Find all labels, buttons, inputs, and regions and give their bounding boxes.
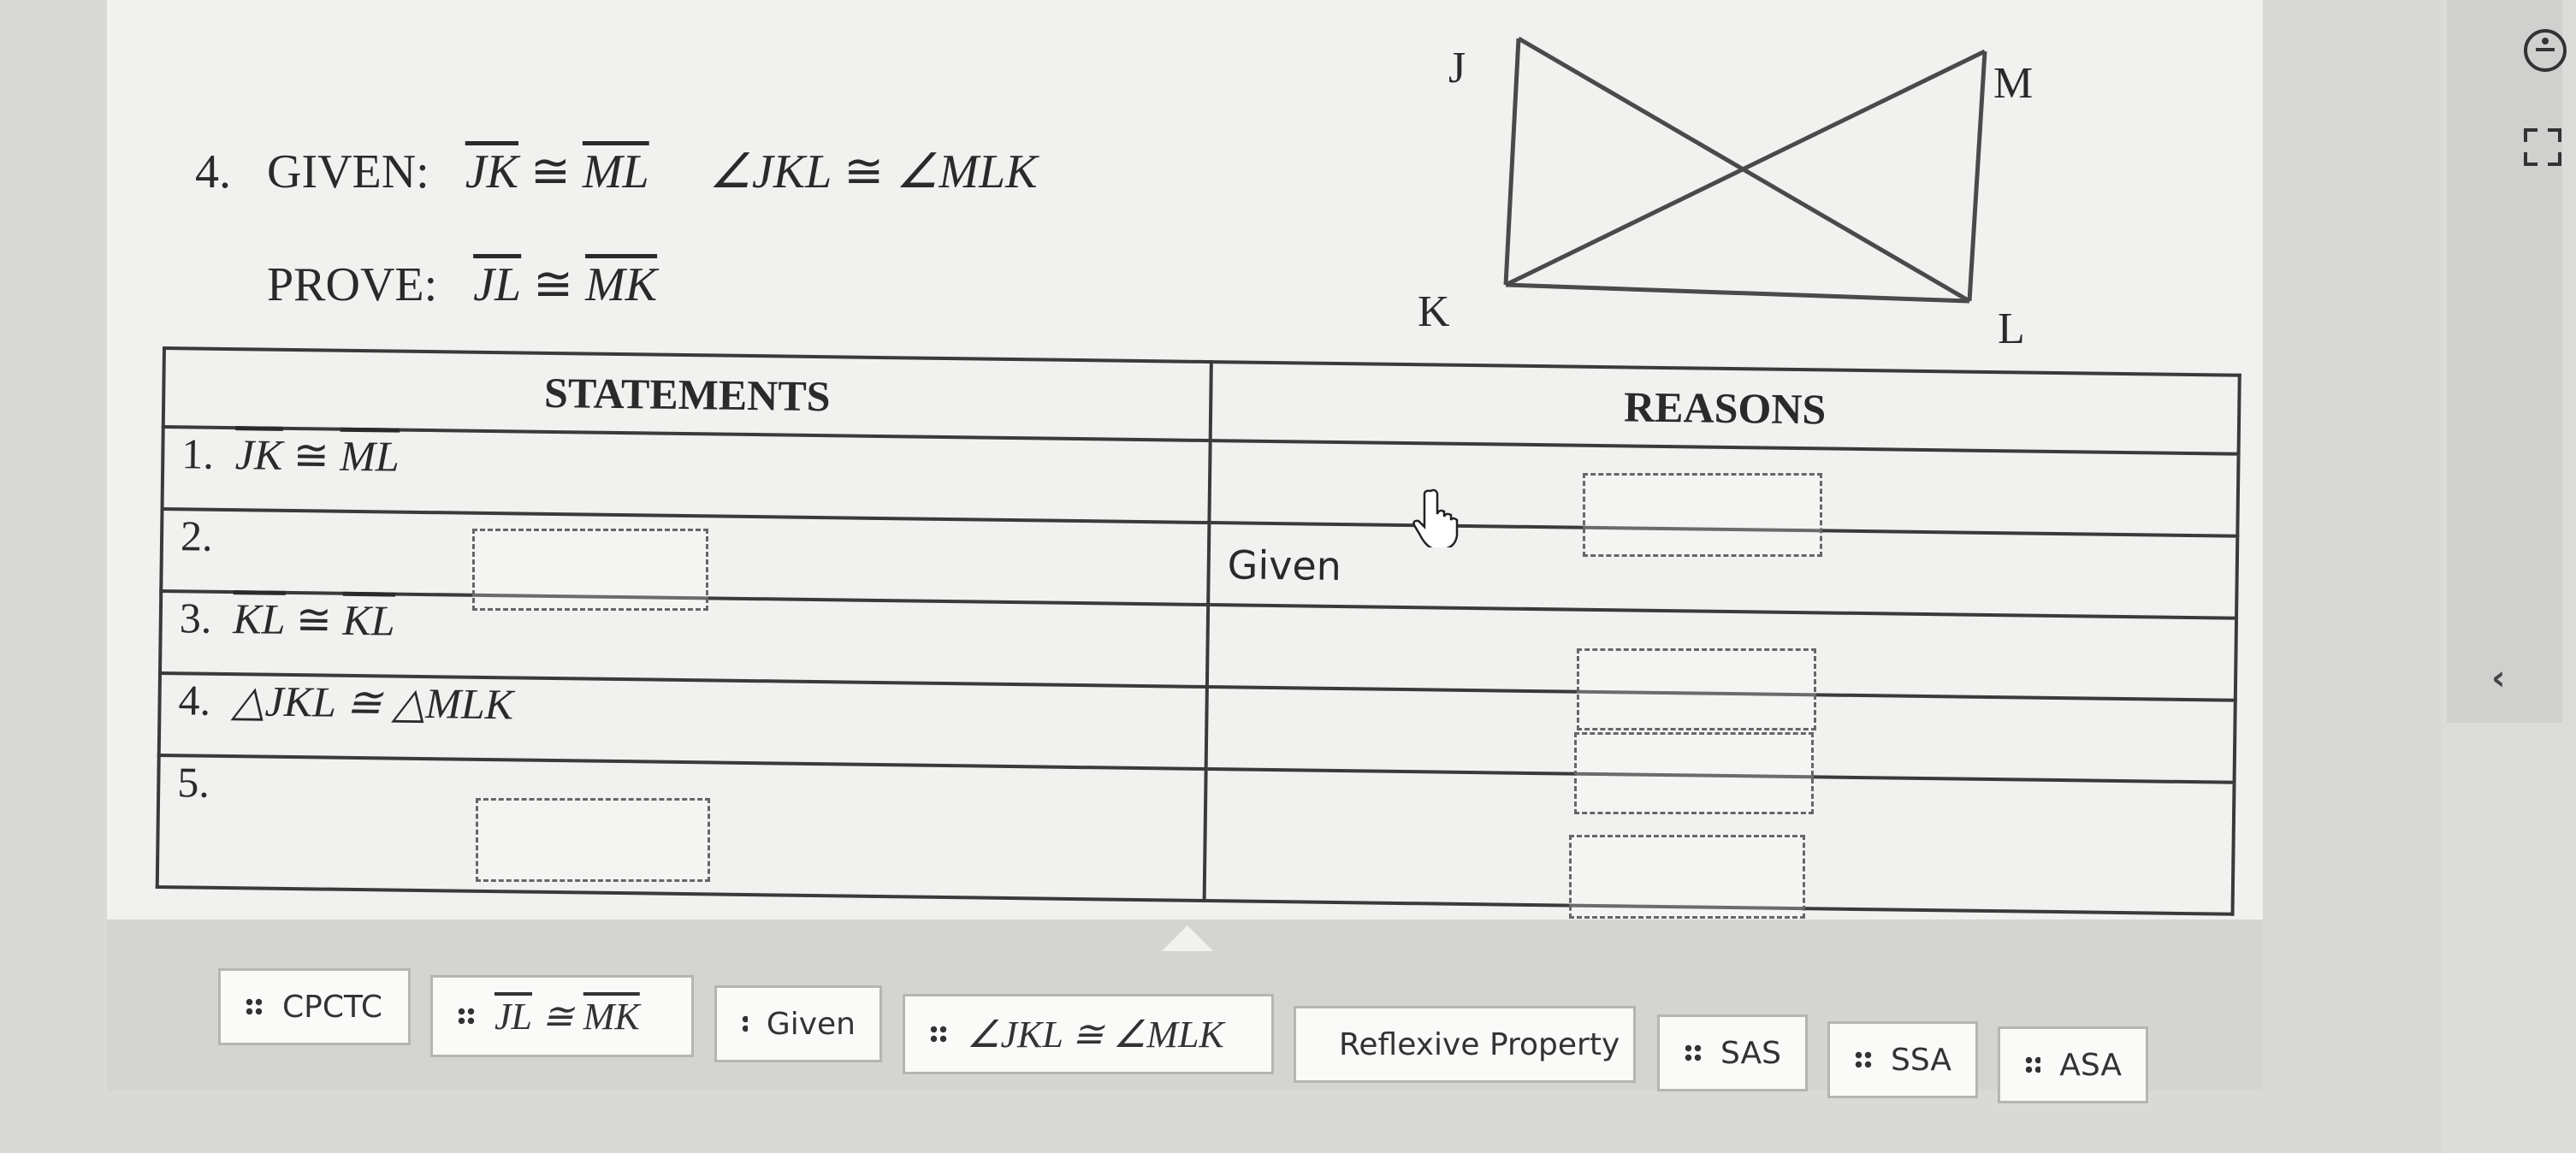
accessibility-icon[interactable] [2524,29,2567,72]
row-number: 5. [176,758,210,807]
statement-cell: 1. JK ≅ ML [162,427,1211,523]
reason-text: Given [1227,541,1342,590]
segment-kl [1505,282,1970,304]
hand-cursor-icon [1412,488,1459,547]
tray-pointer [1162,925,1213,951]
chip-segment-a: JL [494,995,532,1038]
row-number: 1. [181,429,215,478]
drag-grip-icon [741,1014,748,1033]
point-label-l: L [1998,305,2025,353]
chip-angle-congruence[interactable]: ∠JKL ≅ ∠MLK [903,994,1274,1074]
right-sidebar-panel [2447,0,2562,723]
chip-label: SAS [1720,1035,1781,1071]
prove-label: PROVE: [267,258,438,311]
chevron-left-icon[interactable]: ‹ [2491,659,2505,698]
congruent-symbol: ≅ [295,595,333,644]
chip-given[interactable]: Given [714,985,882,1062]
row-number: 4. [178,676,211,724]
chip-label: ASA [2059,1047,2122,1083]
chip-cpctc[interactable]: CPCTC [218,968,411,1045]
chip-label: SSA [1891,1042,1951,1078]
chip-asa[interactable]: ASA [1998,1026,2148,1103]
statement-segment-b: ML [339,431,400,481]
statement-segment-b: KL [342,595,395,645]
segment-mk [1504,49,1987,287]
reasons-header: REASONS [1210,362,2240,454]
prove-line: PROVE: JL ≅ MK [267,257,657,312]
given-segment-2: ML [582,145,649,198]
chip-label: Reflexive Property [1339,1026,1620,1062]
chip-label: ∠JKL ≅ ∠MLK [967,1013,1224,1055]
congruent-symbol: ≅ [844,145,885,198]
chip-jl-congruent-mk[interactable]: JL ≅ MK [430,975,694,1057]
drag-grip-icon [2024,1055,2041,1074]
statement-cell: 4. △JKL ≅ △MLK [158,672,1207,770]
segment-jk [1503,38,1521,286]
prove-segment-1: JL [473,258,522,311]
given-angle-1: ∠JKL [708,145,832,198]
statement-segment-a: KL [232,594,286,643]
chip-label: CPCTC [282,989,382,1025]
chip-reflexive-property[interactable]: Reflexive Property [1294,1006,1636,1083]
reason-3-drop-zone[interactable] [1577,648,1816,730]
statement-text: △JKL ≅ △MLK [231,677,514,729]
point-label-j: J [1448,44,1466,92]
drag-grip-icon [929,1025,948,1044]
reason-4-drop-zone[interactable] [1574,732,1814,814]
congruent-symbol: ≅ [542,995,574,1038]
prove-segment-2: MK [585,258,658,311]
row-number: 2. [180,511,213,560]
segment-ml [1967,50,1987,302]
chip-label: Given [766,1006,856,1042]
congruent-symbol: ≅ [533,258,574,311]
congruent-symbol: ≅ [530,145,571,198]
statement-5-drop-zone[interactable] [476,798,710,882]
row-number: 3. [179,594,212,642]
statement-segment-a: JK [234,430,283,479]
drag-grip-icon [245,997,264,1016]
drag-grip-icon [1684,1044,1702,1062]
given-label: GIVEN: [267,145,429,198]
drag-grip-icon [457,1007,476,1026]
given-segment-1: JK [465,145,518,198]
chip-sas[interactable]: SAS [1657,1014,1808,1091]
proof-table: STATEMENTS REASONS 1. JK ≅ ML 2. Given 3… [155,346,2241,916]
fullscreen-icon[interactable] [2524,128,2561,166]
drag-grip-icon [1854,1050,1872,1069]
given-angle-2: ∠MLK [896,145,1038,198]
given-line: 4. GIVEN: JK ≅ ML ∠JKL ≅ ∠MLK [195,144,1038,199]
reason-1-drop-zone[interactable] [1583,473,1822,557]
table-row: 5. [157,754,2235,914]
statement-2-drop-zone[interactable] [472,529,708,611]
statements-header: STATEMENTS [163,348,1211,441]
chip-segment-b: MK [583,995,640,1038]
congruent-symbol: ≅ [293,431,330,480]
reason-5-drop-zone[interactable] [1569,835,1805,919]
figure-diagram [1503,36,1987,304]
point-label-m: M [1993,59,2034,108]
chip-ssa[interactable]: SSA [1827,1021,1978,1098]
point-label-k: K [1418,287,1450,336]
problem-number: 4. [195,145,231,198]
